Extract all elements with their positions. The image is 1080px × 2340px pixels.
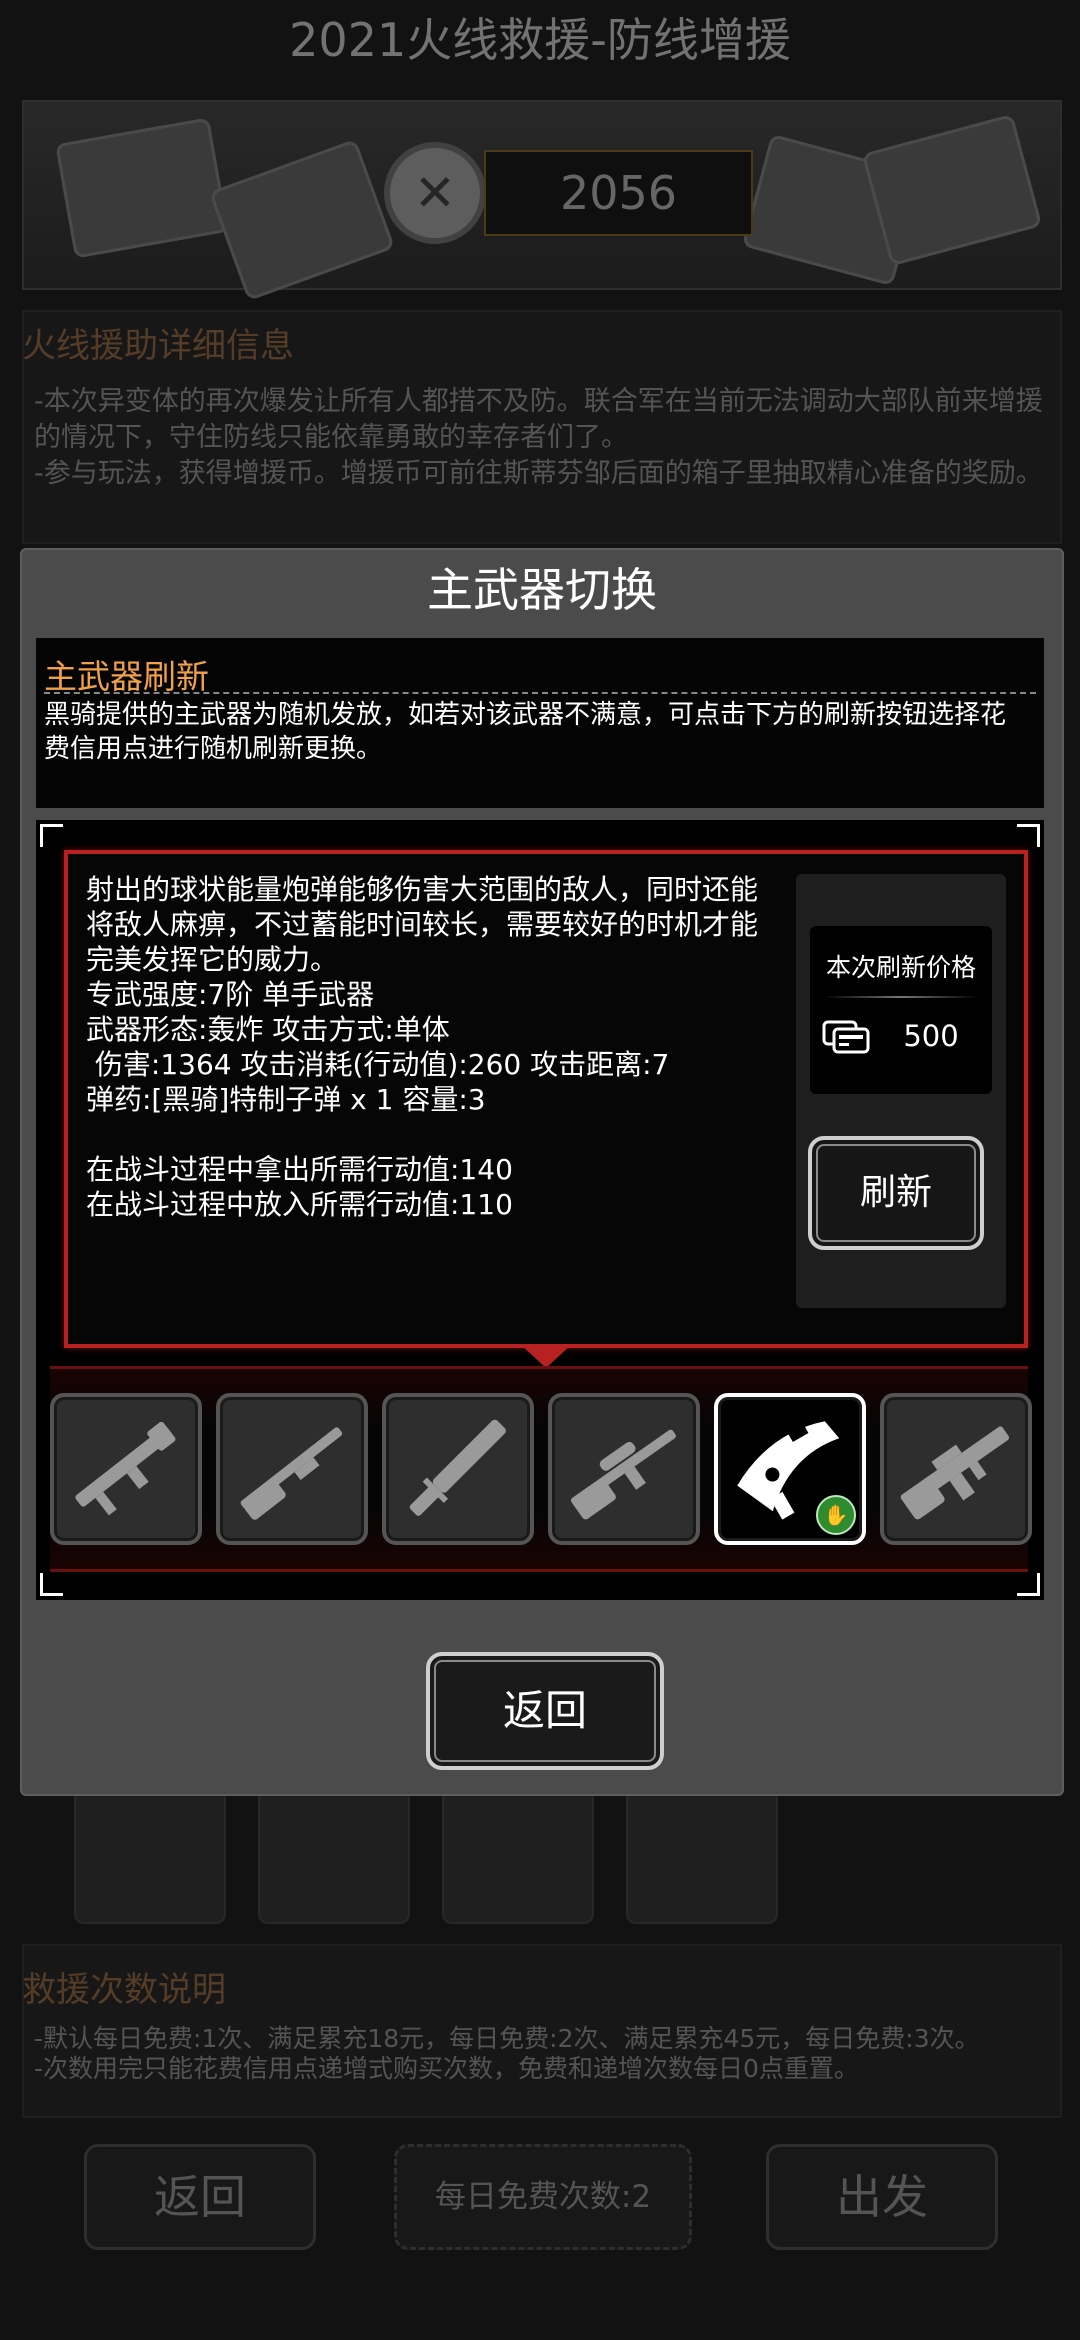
- weapon-slot-4[interactable]: [548, 1393, 700, 1545]
- modal-title: 主武器切换: [427, 563, 657, 617]
- refresh-price-card: 本次刷新价格 500: [810, 926, 992, 1094]
- divider: [44, 692, 1036, 694]
- refresh-info-heading: 主武器刷新: [44, 657, 209, 696]
- weapon-slot-5[interactable]: ✋: [714, 1393, 866, 1545]
- refresh-side-panel: 本次刷新价格 500 刷新: [796, 874, 1006, 1308]
- rocket-launcher-icon: [75, 1421, 176, 1516]
- weapon-strip: ✋: [50, 1366, 1032, 1572]
- weapon-slot-3[interactable]: [382, 1393, 534, 1545]
- weapon-description-panel: 射出的球状能量炮弹能够伤害大范围的敌人，同时还能将敌人麻痹，不过蓄能时间较长，需…: [64, 850, 1028, 1348]
- selection-pointer: [520, 1344, 572, 1368]
- weapon-slot-6[interactable]: [880, 1393, 1032, 1545]
- frame-corner: [1017, 1573, 1040, 1596]
- refresh-button[interactable]: 刷新: [808, 1136, 984, 1250]
- refresh-info-text: 黑骑提供的主武器为随机发放，如若对该武器不满意，可点击下方的刷新按钮选择花费信用…: [44, 700, 1007, 764]
- shotgun-icon: [240, 1427, 343, 1520]
- equipped-hand-icon: ✋: [816, 1495, 856, 1535]
- refresh-price-label: 本次刷新价格: [825, 953, 976, 982]
- refresh-price-value: 500: [903, 1019, 959, 1053]
- back-button[interactable]: 返回: [426, 1652, 664, 1770]
- credit-card-icon: [822, 1020, 870, 1054]
- assault-rifle-icon: [900, 1426, 1010, 1520]
- refresh-info-box: 主武器刷新 黑骑提供的主武器为随机发放，如若对该武器不满意，可点击下方的刷新按钮…: [36, 638, 1044, 808]
- frame-corner: [1017, 824, 1040, 847]
- frame-corner: [40, 1573, 63, 1596]
- weapon-frame: 射出的球状能量炮弹能够伤害大范围的敌人，同时还能将敌人麻痹，不过蓄能时间较长，需…: [36, 820, 1044, 1600]
- frame-corner: [40, 824, 63, 847]
- weapon-slot-2[interactable]: [216, 1393, 368, 1545]
- machete-icon: [409, 1419, 506, 1516]
- divider: [824, 996, 978, 998]
- weapon-description: 射出的球状能量炮弹能够伤害大范围的敌人，同时还能将敌人麻痹，不过蓄能时间较长，需…: [86, 873, 759, 1221]
- sniper-rifle-icon: [570, 1429, 676, 1520]
- weapon-slot-1[interactable]: [50, 1393, 202, 1545]
- weapon-switch-modal: 主武器切换 主武器刷新 黑骑提供的主武器为随机发放，如若对该武器不满意，可点击下…: [20, 548, 1064, 1796]
